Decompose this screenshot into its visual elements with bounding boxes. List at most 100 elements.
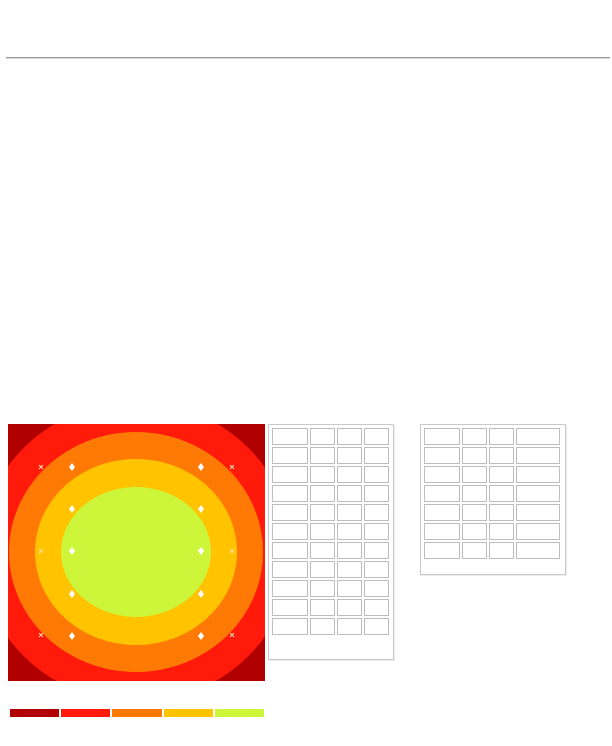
table-cell [337, 561, 362, 578]
table-cell [310, 447, 335, 464]
table-cell [424, 466, 460, 483]
table-cell [424, 504, 460, 521]
table-cell [489, 485, 514, 502]
legend-swatch [112, 709, 162, 717]
heatmap-svg [8, 424, 265, 681]
table-cell [462, 466, 487, 483]
table-cell [337, 523, 362, 540]
table-cell [364, 428, 389, 445]
table-row [272, 447, 389, 464]
table-cell [364, 561, 389, 578]
table-cell [364, 466, 389, 483]
color-legend [10, 709, 265, 717]
table-cell [310, 618, 335, 635]
table-cell [462, 523, 487, 540]
table-cell [424, 523, 460, 540]
table-cell [310, 542, 335, 559]
table-cell [272, 504, 308, 521]
table-row [272, 466, 389, 483]
table-row [272, 504, 389, 521]
table-cell [364, 599, 389, 616]
table-cell [424, 542, 460, 559]
table-cell [272, 485, 308, 502]
table-row [272, 428, 389, 445]
table-cell [310, 561, 335, 578]
table-row [424, 447, 560, 464]
table-row [272, 523, 389, 540]
data-table-left [268, 424, 394, 660]
table-cell [310, 466, 335, 483]
horizontal-divider [6, 57, 610, 59]
table-cell [516, 466, 560, 483]
table-cell [489, 504, 514, 521]
table-cell [337, 618, 362, 635]
table-cell [462, 504, 487, 521]
legend-swatch [163, 709, 213, 717]
table-cell [337, 599, 362, 616]
table-cell [272, 580, 308, 597]
table-cell [337, 466, 362, 483]
table-row [424, 485, 560, 502]
table-cell [310, 580, 335, 597]
table-row [272, 561, 389, 578]
table-cell [364, 485, 389, 502]
table-cell [364, 580, 389, 597]
table-cell [272, 466, 308, 483]
table-cell [310, 504, 335, 521]
table-row [424, 466, 560, 483]
heatmap-band-5 [61, 487, 211, 617]
table-cell [272, 523, 308, 540]
table-cell [364, 447, 389, 464]
table-cell [337, 580, 362, 597]
table-cell [364, 523, 389, 540]
table-cell [489, 523, 514, 540]
table-cell [310, 485, 335, 502]
table-grid [422, 426, 562, 561]
table-cell [364, 542, 389, 559]
table-row [424, 542, 560, 559]
heatmap-plot [8, 424, 265, 681]
table-cell [337, 428, 362, 445]
table-cell [516, 485, 560, 502]
table-row [424, 504, 560, 521]
table-cell [337, 542, 362, 559]
table-cell [272, 428, 308, 445]
table-cell [462, 542, 487, 559]
table-row [272, 618, 389, 635]
table-cell [310, 428, 335, 445]
legend-swatch [214, 709, 265, 717]
table-cell [462, 447, 487, 464]
table-row [272, 580, 389, 597]
table-cell [272, 599, 308, 616]
table-cell [272, 618, 308, 635]
table-row [424, 428, 560, 445]
table-cell [462, 485, 487, 502]
table-cell [516, 523, 560, 540]
table-cell [516, 447, 560, 464]
table-cell [516, 428, 560, 445]
table-cell [337, 485, 362, 502]
table-cell [424, 428, 460, 445]
table-row [272, 599, 389, 616]
table-cell [310, 523, 335, 540]
table-cell [489, 428, 514, 445]
table-cell [310, 599, 335, 616]
table-cell [462, 428, 487, 445]
table-cell [424, 447, 460, 464]
table-cell [489, 466, 514, 483]
table-cell [516, 542, 560, 559]
table-cell [337, 504, 362, 521]
table-row [272, 542, 389, 559]
table-cell [272, 561, 308, 578]
table-cell [272, 542, 308, 559]
table-row [424, 523, 560, 540]
legend-swatch [10, 709, 60, 717]
table-cell [337, 447, 362, 464]
data-table-right [420, 424, 566, 575]
table-cell [364, 504, 389, 521]
table-cell [364, 618, 389, 635]
table-cell [516, 504, 560, 521]
table-cell [489, 542, 514, 559]
table-cell [424, 485, 460, 502]
legend-swatch [61, 709, 111, 717]
